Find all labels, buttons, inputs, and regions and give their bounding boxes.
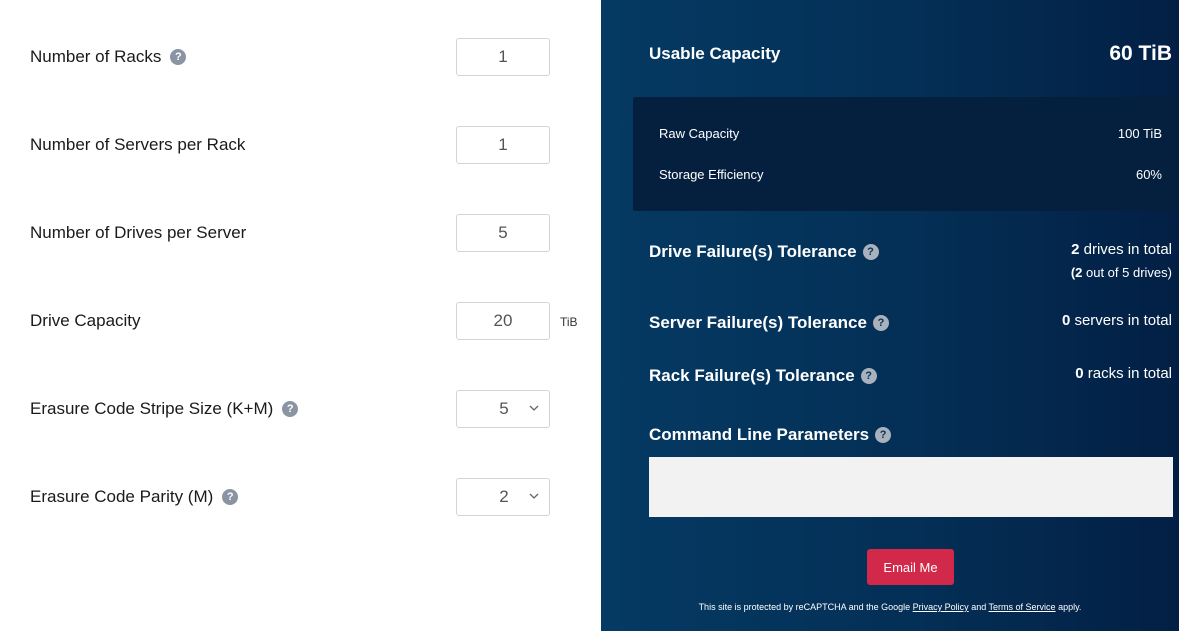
drive-tolerance-detail-text: out of 5 drives) bbox=[1082, 265, 1172, 280]
usable-capacity-value: 60 TiB bbox=[1109, 42, 1172, 65]
capacity-input[interactable]: 20 bbox=[456, 302, 550, 340]
servers-input[interactable]: 1 bbox=[456, 126, 550, 164]
help-icon[interactable]: ? bbox=[862, 244, 879, 260]
drive-tolerance-label: Drive Failure(s) Tolerance ? bbox=[649, 242, 879, 262]
recaptcha-notice: This site is protected by reCAPTCHA and … bbox=[601, 602, 1179, 612]
recaptcha-prefix: This site is protected by reCAPTCHA and … bbox=[698, 602, 913, 612]
racks-label: Number of Racks ? bbox=[30, 47, 187, 67]
drives-label-text: Number of Drives per Server bbox=[30, 223, 247, 242]
usable-capacity-label: Usable Capacity bbox=[649, 44, 781, 63]
server-tolerance-text: servers in total bbox=[1070, 312, 1172, 329]
storage-efficiency-label: Storage Efficiency bbox=[659, 167, 764, 182]
capacity-label-text: Drive Capacity bbox=[30, 311, 141, 330]
stripe-select[interactable]: 5 bbox=[456, 390, 550, 428]
raw-capacity-value: 100 TiB bbox=[1117, 126, 1162, 141]
rack-tolerance-text: racks in total bbox=[1083, 365, 1172, 382]
drives-input[interactable]: 5 bbox=[456, 214, 550, 252]
cli-label-text: Command Line Parameters bbox=[649, 425, 870, 444]
drive-tolerance-label-text: Drive Failure(s) Tolerance bbox=[649, 242, 857, 261]
server-tolerance-value: 0 servers in total bbox=[1062, 312, 1172, 329]
storage-efficiency-value: 60% bbox=[1135, 167, 1162, 182]
chevron-down-icon bbox=[529, 405, 539, 411]
rack-tolerance-label-text: Rack Failure(s) Tolerance bbox=[649, 366, 855, 385]
drive-tolerance-value: 2 drives in total bbox=[1071, 241, 1172, 258]
drive-tolerance-text: drives in total bbox=[1079, 241, 1172, 258]
results-panel: Usable Capacity 60 TiB Raw Capacity 100 … bbox=[601, 0, 1179, 631]
capacity-label: Drive Capacity bbox=[30, 311, 141, 331]
calculator-form: Number of Racks ? 1 Number of Servers pe… bbox=[0, 0, 601, 631]
privacy-policy-link[interactable]: Privacy Policy bbox=[913, 602, 969, 612]
racks-input[interactable]: 1 bbox=[456, 38, 550, 76]
help-icon[interactable]: ? bbox=[170, 49, 187, 65]
terms-of-service-link[interactable]: Terms of Service bbox=[989, 602, 1056, 612]
stripe-label: Erasure Code Stripe Size (K+M) ? bbox=[30, 399, 299, 419]
stripe-label-text: Erasure Code Stripe Size (K+M) bbox=[30, 399, 274, 418]
servers-label: Number of Servers per Rack bbox=[30, 135, 245, 155]
cli-parameters-box[interactable] bbox=[649, 457, 1173, 517]
help-icon[interactable]: ? bbox=[222, 489, 239, 505]
rack-tolerance-count: 0 bbox=[1075, 365, 1084, 382]
help-icon[interactable]: ? bbox=[860, 368, 877, 384]
parity-label: Erasure Code Parity (M) ? bbox=[30, 487, 239, 507]
recaptcha-suffix: apply. bbox=[1055, 602, 1082, 612]
rack-tolerance-value: 0 racks in total bbox=[1075, 365, 1172, 382]
servers-label-text: Number of Servers per Rack bbox=[30, 135, 246, 154]
capacity-details: Raw Capacity 100 TiB Storage Efficiency … bbox=[633, 97, 1179, 211]
help-icon[interactable]: ? bbox=[282, 401, 299, 417]
racks-label-text: Number of Racks bbox=[30, 47, 162, 66]
drive-tolerance-detail: (2 out of 5 drives) bbox=[1071, 265, 1172, 280]
help-icon[interactable]: ? bbox=[875, 427, 892, 443]
parity-select[interactable]: 2 bbox=[456, 478, 550, 516]
parity-label-text: Erasure Code Parity (M) bbox=[30, 487, 214, 506]
raw-capacity-label: Raw Capacity bbox=[659, 126, 740, 141]
help-icon[interactable]: ? bbox=[872, 315, 889, 331]
server-tolerance-label: Server Failure(s) Tolerance ? bbox=[649, 313, 889, 333]
drives-label: Number of Drives per Server bbox=[30, 223, 246, 243]
recaptcha-and: and bbox=[968, 602, 989, 612]
capacity-unit: TiB bbox=[560, 315, 578, 329]
cli-label: Command Line Parameters ? bbox=[649, 425, 892, 445]
server-tolerance-label-text: Server Failure(s) Tolerance bbox=[649, 313, 867, 332]
email-me-button[interactable]: Email Me bbox=[867, 549, 954, 585]
chevron-down-icon bbox=[529, 493, 539, 499]
rack-tolerance-label: Rack Failure(s) Tolerance ? bbox=[649, 366, 877, 386]
